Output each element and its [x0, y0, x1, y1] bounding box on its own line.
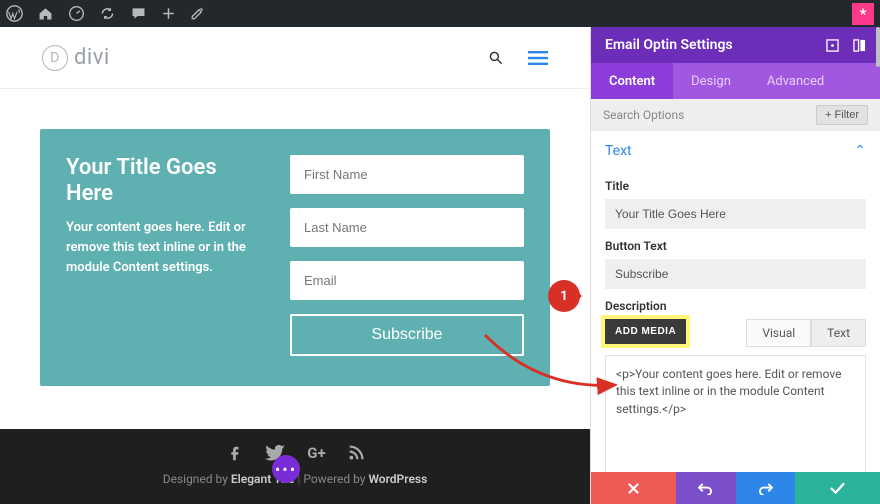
editor-tab-visual[interactable]: Visual — [746, 319, 811, 347]
home-icon[interactable] — [37, 5, 54, 22]
save-button[interactable] — [795, 472, 880, 504]
filter-button[interactable]: + Filter — [816, 105, 868, 125]
google-plus-icon[interactable]: G+ — [307, 444, 325, 462]
menu-icon[interactable] — [528, 51, 548, 65]
button-text-input[interactable] — [605, 259, 866, 289]
tab-design[interactable]: Design — [673, 63, 749, 99]
button-text-label: Button Text — [605, 239, 866, 253]
description-editor[interactable]: <p>Your content goes here. Edit or remov… — [605, 355, 866, 472]
optin-description: Your content goes here. Edit or remove t… — [66, 218, 266, 278]
wordpress-icon[interactable] — [6, 5, 23, 22]
panel-title: Email Optin Settings — [605, 37, 733, 53]
title-input[interactable] — [605, 199, 866, 229]
first-name-field[interactable] — [290, 155, 524, 194]
annotation-arrow-icon — [480, 330, 630, 400]
email-optin-module[interactable]: Your Title Goes Here Your content goes h… — [40, 129, 550, 386]
tab-advanced[interactable]: Advanced — [749, 63, 842, 99]
site-logo[interactable]: D divi — [42, 45, 110, 71]
builder-dots-icon[interactable]: ••• — [272, 455, 300, 483]
logo-mark-icon: D — [42, 45, 68, 71]
logo-text: divi — [74, 45, 110, 70]
description-label: Description — [605, 299, 866, 313]
pencil-icon[interactable] — [190, 6, 205, 21]
email-field[interactable] — [290, 261, 524, 300]
tab-content[interactable]: Content — [591, 63, 673, 99]
section-text-label: Text — [605, 143, 632, 159]
plus-icon[interactable] — [161, 6, 176, 21]
gauge-icon[interactable] — [68, 5, 85, 22]
panel-footer — [591, 472, 880, 504]
cancel-button[interactable] — [591, 472, 676, 504]
plugin-badge[interactable]: * — [852, 3, 874, 25]
search-icon[interactable] — [488, 50, 504, 66]
redo-button[interactable] — [736, 472, 796, 504]
rss-icon[interactable] — [348, 444, 365, 462]
settings-panel: Email Optin Settings Content Design Adva… — [590, 27, 880, 504]
wp-admin-bar: * — [0, 0, 880, 27]
chevron-up-icon: ⌃ — [854, 143, 866, 159]
search-options-row: Search Options + Filter — [591, 99, 880, 131]
expand-icon[interactable] — [826, 39, 839, 52]
comment-icon[interactable] — [130, 5, 147, 22]
title-label: Title — [605, 179, 866, 193]
optin-title: Your Title Goes Here — [66, 155, 266, 208]
site-preview: D divi Your Title Goes Here Your content… — [0, 27, 590, 504]
section-text-toggle[interactable]: Text ⌃ — [605, 131, 866, 169]
last-name-field[interactable] — [290, 208, 524, 247]
snap-icon[interactable] — [853, 39, 866, 52]
refresh-icon[interactable] — [99, 5, 116, 22]
facebook-icon[interactable] — [225, 444, 243, 462]
panel-tabs: Content Design Advanced — [591, 63, 880, 99]
site-header: D divi — [0, 27, 590, 89]
scrollbar-thumb[interactable] — [876, 27, 880, 67]
undo-button[interactable] — [676, 472, 736, 504]
annotation-marker-1: 1 — [548, 280, 580, 312]
panel-header: Email Optin Settings — [591, 27, 880, 63]
search-options-placeholder[interactable]: Search Options — [603, 108, 684, 122]
editor-tab-text[interactable]: Text — [811, 319, 866, 347]
